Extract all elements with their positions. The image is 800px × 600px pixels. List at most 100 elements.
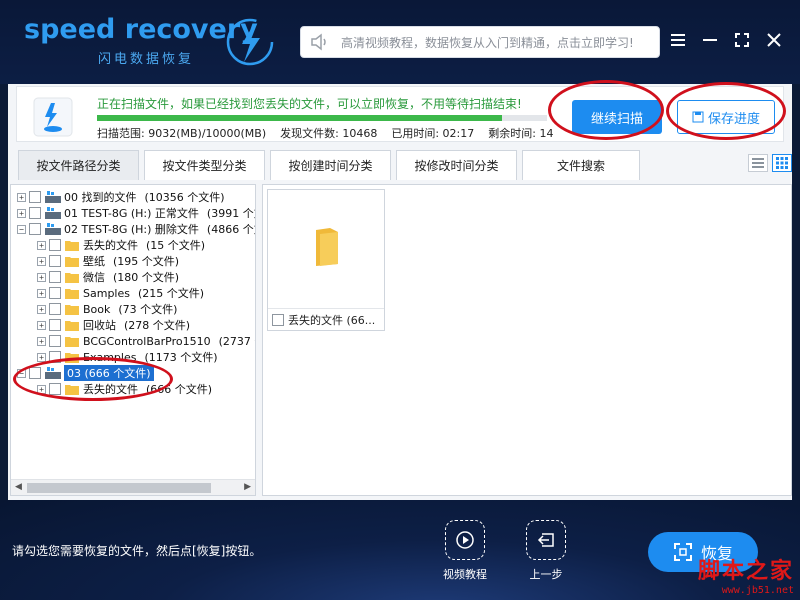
footer-bar: 请勾选您需要恢复的文件，然后点[恢复]按钮。 视频教程 上一步 恢复 脚本之家 …: [0, 500, 800, 600]
checkbox[interactable]: [49, 287, 61, 299]
expand-icon[interactable]: +: [17, 192, 26, 202]
scrollbar-thumb[interactable]: [27, 483, 211, 493]
collapse-icon[interactable]: −: [17, 368, 26, 378]
save-progress-button[interactable]: 保存进度: [677, 100, 775, 134]
scan-progress-icon: [33, 97, 73, 137]
expand-icon[interactable]: +: [37, 304, 46, 314]
checkbox[interactable]: [29, 367, 41, 379]
checkbox[interactable]: [272, 313, 284, 326]
tab-by-modified[interactable]: 按修改时间分类: [396, 150, 517, 180]
back-button[interactable]: 上一步: [516, 520, 576, 582]
drive-icon: [45, 223, 61, 235]
file-card[interactable]: 丢失的文件 (66...: [267, 189, 385, 331]
tree-row-deleted[interactable]: − 02 TEST-8G (H:) 删除文件 (4866 个文: [17, 221, 255, 237]
expand-icon[interactable]: +: [37, 320, 46, 330]
tree-count: (195 个文件): [113, 255, 180, 268]
checkbox[interactable]: [29, 223, 41, 235]
folder-icon: [65, 353, 79, 363]
tree-count: (10356 个文件): [144, 191, 225, 204]
menu-button[interactable]: [666, 28, 690, 52]
expand-icon[interactable]: +: [37, 240, 46, 250]
checkbox[interactable]: [29, 207, 41, 219]
expand-icon[interactable]: +: [37, 272, 46, 282]
tree-label: 丢失的文件: [83, 239, 138, 252]
horizontal-scrollbar[interactable]: ◀ ▶: [11, 479, 255, 495]
tab-file-search[interactable]: 文件搜索: [522, 150, 640, 180]
tree-count: (4866 个文: [206, 223, 255, 236]
save-icon: [692, 111, 704, 123]
tree-row-folder[interactable]: + 壁纸 (195 个文件): [37, 253, 179, 269]
tree-row-folder[interactable]: + 微信 (180 个文件): [37, 269, 179, 285]
tree-row-normal[interactable]: + 01 TEST-8G (H:) 正常文件 (3991 个文: [17, 205, 255, 221]
tab-by-path[interactable]: 按文件路径分类: [18, 150, 139, 180]
tree-row-folder[interactable]: + 丢失的文件 (15 个文件): [37, 237, 205, 253]
minimize-button[interactable]: [698, 28, 722, 52]
scan-range: 扫描范围: 9032(MB)/10000(MB): [97, 127, 267, 140]
drive-icon: [45, 207, 61, 219]
expand-icon[interactable]: +: [17, 208, 26, 218]
expand-icon[interactable]: +: [37, 288, 46, 298]
save-progress-label: 保存进度: [707, 111, 760, 127]
tree-row-folder[interactable]: + Samples (215 个文件): [37, 285, 204, 301]
tree-row-found[interactable]: + 00 找到的文件 (10356 个文件): [17, 189, 225, 205]
checkbox[interactable]: [49, 303, 61, 315]
logo-text: speed recovery: [24, 14, 258, 45]
play-button-frame: [445, 520, 485, 560]
tree-label: BCGControlBarPro1510: [83, 334, 211, 348]
back-button-frame: [526, 520, 566, 560]
logo-subtitle: 闪电数据恢复: [98, 52, 195, 67]
watermark-sub: www.jb51.net: [721, 585, 794, 596]
play-icon: [456, 531, 474, 549]
close-icon: [767, 33, 781, 47]
promo-text: 高清视频教程，数据恢复从入门到精通，点击立即学习!: [341, 35, 634, 50]
checkbox[interactable]: [49, 239, 61, 251]
folder-tree: + 00 找到的文件 (10356 个文件) + 01 TEST-8G (H:)…: [10, 184, 256, 496]
maximize-button[interactable]: [730, 28, 754, 52]
tree-count: (1173 个文件): [144, 351, 218, 364]
speaker-icon: [311, 33, 326, 51]
list-view-icon: [752, 158, 764, 168]
checkbox[interactable]: [49, 335, 61, 347]
checkbox[interactable]: [49, 383, 61, 395]
scroll-right-icon[interactable]: ▶: [244, 482, 251, 492]
file-card-footer: 丢失的文件 (66...: [268, 308, 384, 330]
folder-icon: [65, 321, 79, 331]
drive-icon: [45, 191, 61, 203]
grid-view-button[interactable]: [772, 154, 792, 172]
tree-label: 微信: [83, 271, 105, 284]
checkbox[interactable]: [49, 319, 61, 331]
scan-progress-fill: [97, 115, 502, 121]
tree-label: 03: [67, 367, 81, 380]
tree-count: (3991 个文: [206, 207, 255, 220]
checkbox[interactable]: [49, 271, 61, 283]
tree-row-folder[interactable]: + 丢失的文件 (666 个文件): [37, 381, 212, 397]
list-view-button[interactable]: [748, 154, 768, 172]
expand-icon[interactable]: +: [37, 336, 46, 346]
checkbox[interactable]: [29, 191, 41, 203]
tree-row-folder[interactable]: + Examples (1173 个文件): [37, 349, 218, 365]
scroll-left-icon[interactable]: ◀: [15, 482, 22, 492]
collapse-icon[interactable]: −: [17, 224, 26, 234]
expand-icon[interactable]: +: [37, 256, 46, 266]
scan-stats: 扫描范围: 9032(MB)/10000(MB) 发现文件数: 10468 已用…: [97, 125, 553, 141]
tab-by-type[interactable]: 按文件类型分类: [144, 150, 265, 180]
tree-count: (215 个文件): [137, 287, 205, 300]
selected-tree-label: 03 (666 个文件): [64, 365, 154, 381]
expand-icon[interactable]: +: [37, 352, 46, 362]
close-button[interactable]: [762, 28, 786, 52]
maximize-icon: [735, 33, 749, 47]
view-toggle: [748, 154, 792, 172]
back-icon: [537, 533, 554, 547]
hamburger-icon: [671, 34, 685, 46]
tree-row-folder[interactable]: + BCGControlBarPro1510 (2737 个: [37, 333, 255, 349]
tree-row-drive-03[interactable]: − 03 (666 个文件): [17, 365, 154, 381]
checkbox[interactable]: [49, 351, 61, 363]
video-tutorial-button[interactable]: 视频教程: [435, 520, 495, 582]
tab-by-created[interactable]: 按创建时间分类: [270, 150, 391, 180]
expand-icon[interactable]: +: [37, 384, 46, 394]
tree-row-folder[interactable]: + Book (73 个文件): [37, 301, 177, 317]
tree-row-folder[interactable]: + 回收站 (278 个文件): [37, 317, 190, 333]
checkbox[interactable]: [49, 255, 61, 267]
video-tutorial-banner[interactable]: 高清视频教程，数据恢复从入门到精通，点击立即学习!: [300, 26, 660, 58]
continue-scan-button[interactable]: 继续扫描: [572, 100, 662, 134]
